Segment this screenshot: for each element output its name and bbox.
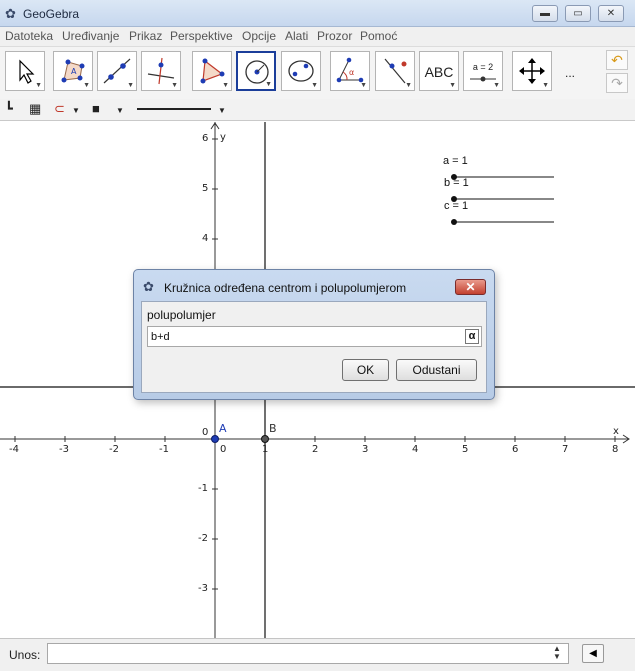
triangle-tool-button[interactable]: ▼	[192, 51, 232, 91]
slider-a-label: a = 1	[443, 155, 468, 167]
perpendicular-tool-button[interactable]: ▼	[141, 51, 181, 91]
line-tool-button[interactable]: ▼	[97, 51, 137, 91]
x-tick-label: -2	[109, 444, 119, 455]
x-tick-label: -4	[9, 444, 19, 455]
line-style-icon[interactable]	[137, 108, 211, 110]
x-tick-label: -3	[59, 444, 69, 455]
slider-tool-icon: a = 2	[472, 62, 494, 72]
y-tick-label: -3	[198, 583, 208, 594]
slider-c-handle[interactable]	[451, 219, 457, 225]
dialog-title: Kružnica određena centrom i polupolumjer…	[164, 281, 407, 295]
x-tick-label: 7	[562, 444, 569, 455]
axes-icon[interactable]: ┗	[5, 102, 13, 116]
maximize-icon: ▭	[573, 8, 583, 19]
x-axis-label: x	[613, 426, 619, 437]
input-field[interactable]	[47, 643, 569, 664]
maximize-button[interactable]: ▭	[565, 5, 591, 22]
x-tick-label: 2	[312, 444, 319, 455]
angle-tool-button[interactable]: α ▼	[330, 51, 370, 91]
close-button[interactable]: ✕	[598, 5, 624, 22]
cancel-button[interactable]: Odustani	[396, 359, 477, 381]
point-b-label: B	[269, 422, 277, 435]
minimize-icon: ▬	[540, 8, 550, 19]
redo-icon: ↷	[611, 75, 623, 91]
close-icon: ✕	[606, 8, 616, 19]
input-help-button[interactable]: ◀	[582, 644, 604, 663]
x-tick-label: 0	[220, 444, 227, 455]
undo-button[interactable]: ↶	[606, 50, 628, 70]
radius-label: polupolumjer	[147, 308, 216, 322]
color-dropdown[interactable]: ▼	[116, 104, 124, 118]
toolbar: ▼ A ▼ ▼ ▼ ▼ ▼ ▼ α ▼ ▼ ABC ▼ a = 2 ▼ ▼	[0, 47, 635, 99]
slider-c-label: c = 1	[444, 200, 469, 212]
y-tick-label: -2	[198, 533, 208, 544]
more-tools-button[interactable]: ...	[565, 66, 575, 80]
svg-text:A: A	[71, 67, 77, 76]
alpha-symbol-button[interactable]: α	[465, 329, 479, 344]
origin-label: 0	[202, 427, 209, 438]
move-tool-button[interactable]: ▼	[5, 51, 45, 91]
point-a-label: A	[219, 422, 227, 435]
line-style-dropdown[interactable]: ▼	[218, 104, 226, 118]
menu-bar: Datoteka Uređivanje Prikaz Perspektive O…	[0, 27, 635, 47]
y-tick-label: 5	[202, 183, 209, 194]
x-tick-label: 6	[512, 444, 519, 455]
x-tick-label: -1	[159, 444, 169, 455]
style-bar: ┗ ▦ ⊂ ▼ ■ ▼ ▼	[0, 99, 635, 121]
text-tool-button[interactable]: ABC ▼	[419, 51, 459, 91]
point-capture-dropdown[interactable]: ▼	[72, 104, 80, 118]
point-capture-icon[interactable]: ⊂	[54, 102, 65, 116]
point-a[interactable]	[211, 435, 219, 443]
menu-view[interactable]: Prikaz	[129, 29, 162, 43]
undo-icon: ↶	[611, 52, 623, 68]
menu-window[interactable]: Prozor	[317, 29, 352, 43]
input-bar: Unos: ▲ ▼ ◀	[0, 638, 635, 671]
redo-button[interactable]: ↷	[606, 73, 628, 93]
x-tick-label: 3	[362, 444, 369, 455]
menu-help[interactable]: Pomoć	[360, 29, 397, 43]
help-arrow-icon: ◀	[589, 648, 597, 659]
slider-tool-button[interactable]: a = 2 ▼	[463, 51, 503, 91]
input-history-up-icon[interactable]: ▲ ▼	[553, 645, 561, 661]
text-tool-icon: ABC	[424, 64, 454, 80]
circle-center-radius-tool-button[interactable]: ▼	[236, 51, 276, 91]
y-tick-label: -1	[198, 483, 208, 494]
y-tick-label: 4	[202, 233, 209, 244]
reflect-tool-button[interactable]: ▼	[375, 51, 415, 91]
input-label: Unos:	[9, 648, 41, 662]
geogebra-icon: ✿	[5, 6, 16, 21]
ok-button[interactable]: OK	[342, 359, 389, 381]
radius-input-value: b+d	[151, 331, 170, 343]
point-b[interactable]	[261, 435, 269, 443]
close-icon: ✕	[465, 280, 476, 294]
svg-text:α: α	[349, 68, 354, 77]
x-tick-label: 8	[612, 444, 619, 455]
menu-perspectives[interactable]: Perspektive	[170, 29, 233, 43]
minimize-button[interactable]: ▬	[532, 5, 558, 22]
circle-radius-dialog: ✿ Kružnica određena centrom i polupolumj…	[133, 269, 495, 400]
x-tick-label: 1	[262, 444, 269, 455]
window-title: GeoGebra	[23, 7, 80, 21]
x-tick-label: 5	[462, 444, 469, 455]
menu-edit[interactable]: Uređivanje	[62, 29, 119, 43]
title-bar: ✿ GeoGebra ▬ ▭ ✕	[0, 0, 635, 27]
menu-tools[interactable]: Alati	[285, 29, 308, 43]
y-tick-label: 6	[202, 133, 209, 144]
dialog-close-button[interactable]: ✕	[455, 279, 486, 295]
y-axis-label: y	[220, 132, 226, 143]
color-icon[interactable]: ■	[92, 102, 100, 116]
menu-options[interactable]: Opcije	[242, 29, 276, 43]
ellipse-tool-button[interactable]: ▼	[281, 51, 321, 91]
geogebra-icon: ✿	[143, 279, 154, 294]
slider-b-label: b = 1	[444, 177, 469, 189]
dialog-body: polupolumjer b+d α OK Odustani	[141, 301, 487, 393]
menu-file[interactable]: Datoteka	[5, 29, 53, 43]
polygon-tool-button[interactable]: A ▼	[53, 51, 93, 91]
grid-icon[interactable]: ▦	[29, 102, 41, 116]
slider-lines	[454, 176, 554, 223]
move-graphics-tool-button[interactable]: ▼	[512, 51, 552, 91]
x-tick-label: 4	[412, 444, 419, 455]
radius-input[interactable]: b+d α	[147, 326, 482, 347]
